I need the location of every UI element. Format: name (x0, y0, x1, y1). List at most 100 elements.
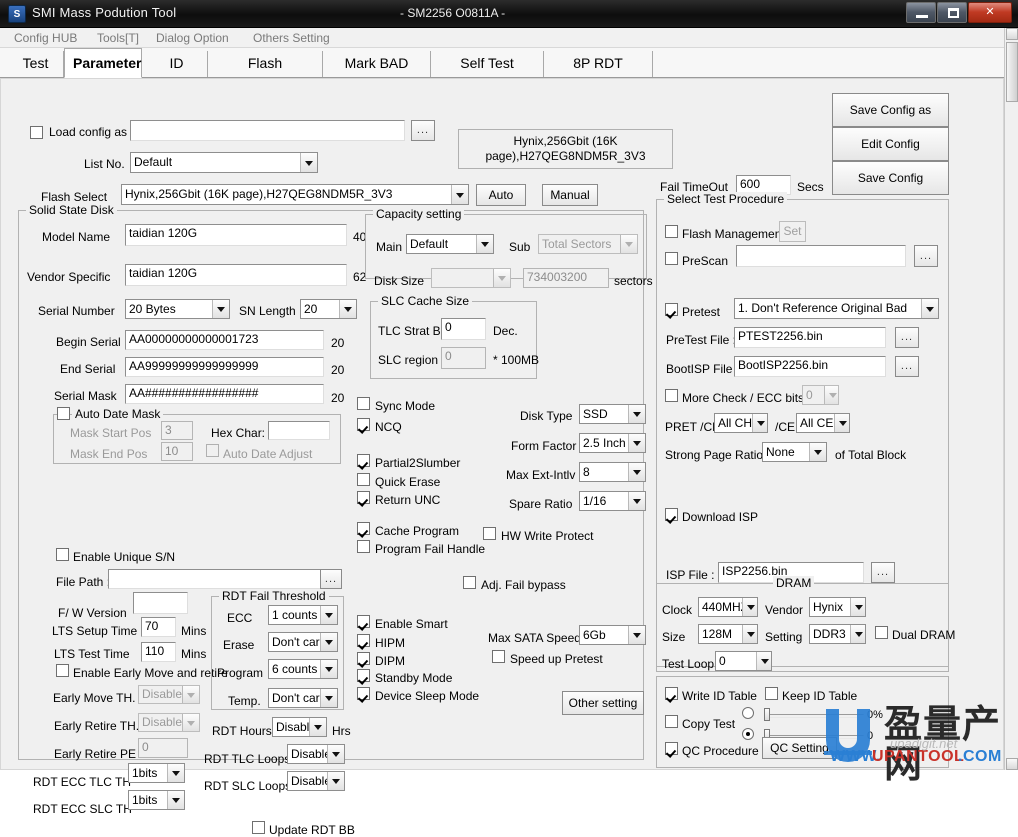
chevron-down-icon[interactable] (742, 625, 757, 643)
chevron-down-icon[interactable] (320, 633, 337, 651)
tab-parameter[interactable]: Parameter (64, 48, 142, 78)
pret-ch-combo[interactable]: All CH (714, 413, 768, 433)
chevron-down-icon[interactable] (451, 185, 468, 204)
max-sata-speed-combo[interactable]: 6Gb (579, 625, 646, 645)
auto-date-adjust-checkbox[interactable] (206, 444, 219, 457)
close-button[interactable]: ✕ (968, 2, 1012, 23)
load-config-input[interactable] (130, 120, 405, 141)
chevron-down-icon[interactable] (921, 299, 938, 318)
ce-combo[interactable]: All CE (796, 413, 850, 433)
enable-smart-checkbox[interactable] (357, 615, 370, 628)
rdt-tlc-loops-combo[interactable]: Disable (287, 744, 345, 764)
bootisp-file-browse-button[interactable]: ... (895, 356, 919, 377)
download-isp-checkbox[interactable] (665, 508, 678, 521)
tab-8p-rdt-result[interactable]: 8P RDT Result (544, 51, 653, 77)
serial-mask-input[interactable]: AA################# (125, 384, 324, 404)
chevron-down-icon[interactable] (309, 718, 326, 736)
tab-mark-bad-info[interactable]: Mark BAD Info (323, 51, 431, 77)
chevron-down-icon[interactable] (167, 791, 184, 809)
rdt-temp-combo[interactable]: Don't care (268, 688, 338, 708)
prescan-browse-button[interactable]: ... (914, 245, 938, 267)
dram-size-combo[interactable]: 128M (698, 624, 758, 644)
qc-setting-button[interactable]: QC Setting (762, 737, 837, 759)
flash-select-combo[interactable]: Hynix,256Gbit (16K page),H27QEG8NDM5R_3V… (121, 184, 469, 205)
rdt-ecc-tlc-th-combo[interactable]: 1bits (128, 763, 185, 783)
capacity-main-combo[interactable]: Default (406, 234, 494, 254)
quick-erase-checkbox[interactable] (357, 473, 370, 486)
vertical-scrollbar[interactable] (1004, 28, 1018, 770)
chevron-down-icon[interactable] (327, 745, 344, 763)
chevron-down-icon[interactable] (620, 235, 637, 253)
slc-region-input[interactable]: 0 (441, 347, 486, 369)
rdt-ecc-combo[interactable]: 1 counts (268, 605, 338, 625)
dipm-checkbox[interactable] (357, 652, 370, 665)
chevron-down-icon[interactable] (834, 414, 849, 432)
dram-clock-combo[interactable]: 440MHZ (698, 597, 758, 617)
menu-item-config-hub[interactable]: Config HUB (10, 30, 81, 46)
max-ext-intlv-combo[interactable]: 8 (579, 462, 646, 482)
maximize-button[interactable] (937, 2, 967, 23)
chevron-down-icon[interactable] (182, 686, 199, 703)
dram-vendor-combo[interactable]: Hynix (809, 597, 866, 617)
spare-ratio-combo[interactable]: 1/16 (579, 491, 646, 511)
adj-fail-bypass-checkbox[interactable] (463, 576, 476, 589)
early-retire-th-combo[interactable]: Disable (138, 713, 200, 732)
early-move-th-combo[interactable]: Disable (138, 685, 200, 704)
chevron-down-icon[interactable] (809, 443, 826, 461)
form-factor-combo[interactable]: 2.5 Inch (579, 433, 646, 453)
dram-setting-combo[interactable]: DDR3 (809, 624, 866, 644)
save-config-button[interactable]: Save Config (832, 161, 949, 195)
scroll-down-arrow-icon[interactable] (1006, 758, 1018, 770)
scrollbar-thumb[interactable] (1006, 42, 1018, 102)
end-serial-input[interactable]: AA99999999999999999 (125, 357, 324, 377)
isp-file-browse-button[interactable]: ... (871, 562, 895, 583)
rdt-program-combo[interactable]: 6 counts (268, 659, 338, 679)
chevron-down-icon[interactable] (752, 414, 767, 432)
chevron-down-icon[interactable] (320, 689, 337, 707)
sn-length-combo[interactable]: 20 (300, 299, 357, 319)
chevron-down-icon[interactable] (320, 660, 337, 678)
capacity-sub-combo[interactable]: Total Sectors (538, 234, 638, 254)
chevron-down-icon[interactable] (212, 300, 229, 318)
chevron-down-icon[interactable] (628, 434, 645, 452)
progress-slider-top[interactable] (764, 714, 864, 718)
program-fail-handle-checkbox[interactable] (357, 540, 370, 553)
tab-test[interactable]: Test (8, 51, 64, 77)
chevron-down-icon[interactable] (628, 626, 645, 644)
device-sleep-mode-checkbox[interactable] (357, 687, 370, 700)
hw-write-protect-checkbox[interactable] (483, 527, 496, 540)
tab-flash-diagnosis[interactable]: Flash Diagnosis (208, 51, 323, 77)
chevron-down-icon[interactable] (850, 598, 865, 616)
menu-item-tools[interactable]: Tools[T] (93, 30, 143, 46)
ecc-bits-combo[interactable]: 0 (802, 385, 839, 405)
auto-date-mask-checkbox[interactable] (57, 407, 70, 420)
pretest-file-browse-button[interactable]: ... (895, 327, 919, 348)
bootisp-file-input[interactable]: BootISP2256.bin (734, 356, 886, 377)
rdt-ecc-slc-th-combo[interactable]: 1bits (128, 790, 185, 810)
hex-char-input[interactable] (268, 421, 330, 440)
menu-item-others-setting[interactable]: Others Setting (249, 30, 334, 46)
chevron-down-icon[interactable] (742, 598, 757, 616)
model-name-input[interactable]: taidian 120G (125, 224, 347, 246)
chevron-down-icon[interactable] (850, 625, 865, 643)
mask-start-pos-input[interactable]: 3 (161, 421, 193, 440)
rdt-erase-combo[interactable]: Don't care (268, 632, 338, 652)
serial-number-combo[interactable]: 20 Bytes (125, 299, 230, 319)
tlc-strat-bk-input[interactable]: 0 (441, 318, 486, 340)
flash-management-checkbox[interactable] (665, 225, 678, 238)
ncq-checkbox[interactable] (357, 418, 370, 431)
chevron-down-icon[interactable] (320, 606, 337, 624)
rdt-slc-loops-combo[interactable]: Disable (287, 771, 345, 791)
pretest-combo[interactable]: 1. Don't Reference Original Bad (734, 298, 939, 319)
qc-procedure-checkbox[interactable] (665, 742, 678, 755)
copy-test-radio-top[interactable] (742, 707, 754, 719)
chevron-down-icon[interactable] (493, 269, 510, 287)
sectors-input[interactable]: 734003200 (523, 268, 609, 288)
pretest-file-input[interactable]: PTEST2256.bin (734, 327, 886, 348)
return-unc-checkbox[interactable] (357, 491, 370, 504)
chevron-down-icon[interactable] (756, 652, 771, 670)
chevron-down-icon[interactable] (824, 386, 838, 404)
chevron-down-icon[interactable] (327, 772, 344, 790)
edit-config-button[interactable]: Edit Config (832, 127, 949, 161)
load-config-browse-button[interactable]: ... (411, 120, 435, 141)
